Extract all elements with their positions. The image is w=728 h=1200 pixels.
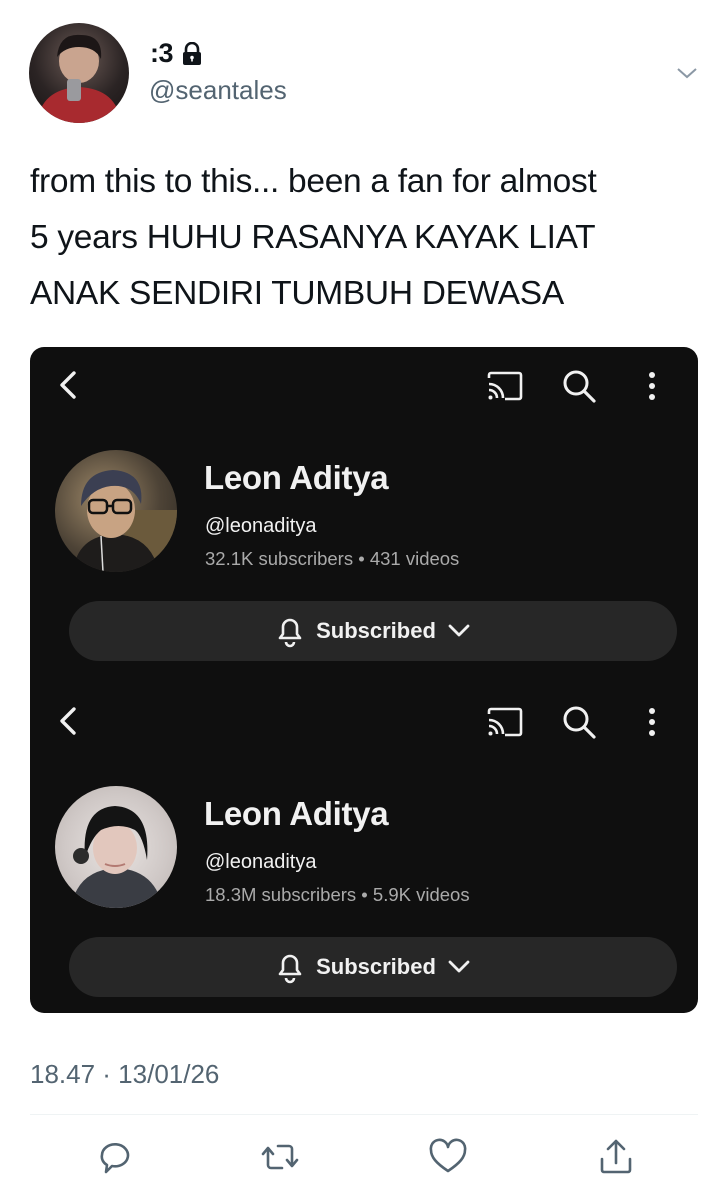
cast-icon	[485, 370, 525, 402]
channel-handle: @leonaditya	[205, 851, 317, 873]
chevron-down-icon	[446, 958, 472, 976]
chevron-down-icon[interactable]	[674, 60, 700, 86]
tweet-media-image[interactable]: Leon Aditya @leonaditya 32.1K subscriber…	[30, 347, 698, 1013]
subscribed-label: Subscribed	[316, 618, 436, 643]
lock-icon	[181, 41, 203, 66]
tweet-text: from this to this... been a fan for almo…	[30, 163, 597, 312]
youtube-channel-panel-before: Leon Aditya @leonaditya 32.1K subscriber…	[30, 347, 698, 677]
subscribed-label: Subscribed	[316, 954, 436, 979]
tweet-timestamp[interactable]: 18.47 · 13/01/26	[30, 1059, 219, 1090]
youtube-channel-panel-after: Leon Aditya @leonaditya 18.3M subscriber…	[30, 683, 698, 1013]
author-display-name[interactable]: :3	[150, 38, 174, 69]
channel-avatar	[55, 786, 177, 908]
tweet-actions-bar	[0, 1135, 728, 1185]
bell-icon	[274, 614, 306, 648]
search-icon	[560, 703, 598, 741]
channel-name: Leon Aditya	[204, 459, 389, 496]
channel-avatar	[55, 450, 177, 572]
chevron-down-icon	[446, 622, 472, 640]
back-arrow-icon	[54, 367, 84, 403]
cast-icon	[485, 706, 525, 738]
subscribed-button: Subscribed	[69, 601, 677, 661]
back-arrow-icon	[54, 703, 84, 739]
retweet-icon[interactable]	[258, 1135, 302, 1179]
reply-icon[interactable]	[94, 1135, 138, 1179]
channel-stats: 32.1K subscribers • 431 videos	[205, 548, 460, 569]
subscribed-button: Subscribed	[69, 937, 677, 997]
channel-name: Leon Aditya	[204, 795, 389, 832]
channel-handle: @leonaditya	[205, 515, 317, 537]
more-vertical-icon	[638, 367, 666, 405]
more-vertical-icon	[638, 703, 666, 741]
author-handle[interactable]: @seantales	[149, 75, 287, 106]
bell-icon	[274, 950, 306, 984]
author-avatar[interactable]	[29, 23, 129, 123]
like-icon[interactable]	[426, 1135, 470, 1179]
channel-stats: 18.3M subscribers • 5.9K videos	[205, 884, 470, 905]
share-icon[interactable]	[594, 1135, 638, 1179]
divider	[30, 1114, 698, 1115]
search-icon	[560, 367, 598, 405]
